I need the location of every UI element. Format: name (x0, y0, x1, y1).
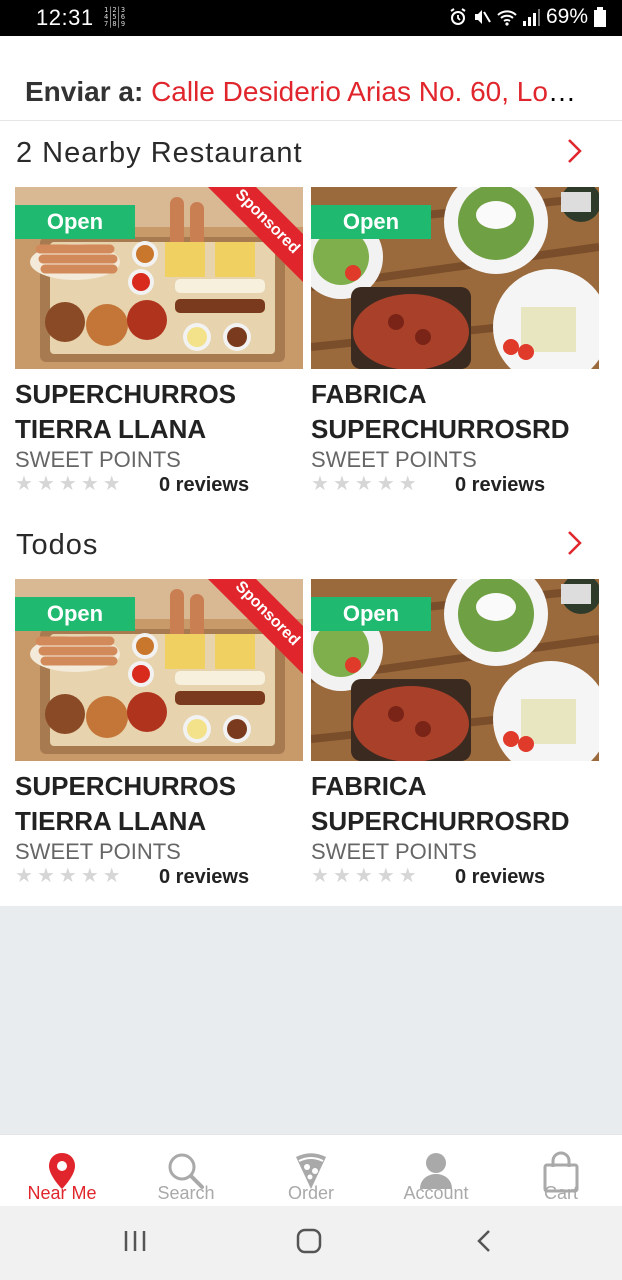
delivery-address[interactable]: Enviar a: Calle Desiderio Arias No. 60, … (25, 76, 585, 108)
rating-stars: ★ ★ ★ ★ ★ (15, 866, 121, 886)
restaurant-name: SUPERCHURROS TIERRA LLANA (15, 377, 303, 447)
tab-label: Account (403, 1183, 469, 1203)
star-icon: ★ (354, 865, 373, 887)
review-count: 0 reviews (159, 474, 250, 496)
review-count: 0 reviews (455, 866, 546, 888)
star-icon: ★ (80, 473, 99, 495)
star-icon: ★ (376, 865, 395, 887)
rating-stars: ★ ★ ★ ★ ★ (15, 474, 121, 494)
tab-label: Search (157, 1183, 215, 1203)
tab-near-me[interactable]: Near Me (12, 1135, 112, 1207)
restaurant-image: Open Sponsored (15, 187, 303, 369)
restaurant-card[interactable]: Open FABRICA SUPERCHURROSRD SWEET POINTS… (311, 187, 599, 507)
system-navigation-bar (0, 1206, 622, 1280)
tab-order[interactable]: Order (261, 1135, 361, 1207)
restaurant-name: SUPERCHURROS TIERRA LLANA (15, 769, 303, 839)
star-icon: ★ (376, 473, 395, 495)
star-icon: ★ (102, 473, 121, 495)
star-icon: ★ (36, 865, 55, 887)
star-icon: ★ (354, 473, 373, 495)
wifi-icon (497, 10, 517, 26)
chevron-right-icon[interactable] (565, 137, 585, 165)
section-title-todos: Todos (16, 529, 99, 561)
rating-stars: ★ ★ ★ ★ ★ (311, 866, 417, 886)
app-notification-icon: 1|2|3 4|5|6 7|8|9 (104, 6, 126, 28)
delivery-header[interactable]: Enviar a: Calle Desiderio Arias No. 60, … (0, 36, 622, 121)
star-icon: ★ (15, 865, 33, 887)
star-icon: ★ (58, 473, 77, 495)
mute-icon (474, 10, 491, 24)
star-icon: ★ (398, 865, 417, 887)
open-badge: Open (15, 205, 135, 239)
open-badge: Open (15, 597, 135, 631)
status-bar: 12:31 1|2|3 4|5|6 7|8|9 69% (0, 0, 622, 36)
tab-label: Near Me (27, 1183, 97, 1203)
star-icon: ★ (398, 473, 417, 495)
battery-icon (594, 7, 606, 27)
restaurant-image: Open (311, 187, 599, 369)
name-line-2: TIERRA LLANA (15, 806, 207, 836)
tab-cart[interactable]: Cart (511, 1135, 611, 1207)
restaurant-image: Open (311, 579, 599, 761)
tab-account[interactable]: Account (386, 1135, 486, 1207)
name-line-2: SUPERCHURROSRD (311, 414, 570, 444)
status-time: 12:31 (36, 5, 94, 30)
name-line-2: SUPERCHURROSRD (311, 806, 570, 836)
recent-apps-icon[interactable] (122, 1228, 148, 1254)
restaurant-name: FABRICA SUPERCHURROSRD (311, 377, 599, 447)
open-badge: Open (311, 597, 431, 631)
tab-search[interactable]: Search (136, 1135, 236, 1207)
restaurant-category: SWEET POINTS (311, 447, 477, 472)
star-icon: ★ (36, 473, 55, 495)
section-title-nearby: 2 Nearby Restaurant (16, 137, 303, 169)
restaurant-category: SWEET POINTS (15, 447, 181, 472)
battery-percent: 69% (545, 5, 588, 28)
star-icon: ★ (102, 865, 121, 887)
restaurant-card[interactable]: Open Sponsored SUPERCHURROS TIERRA LLANA… (15, 187, 303, 507)
star-icon: ★ (80, 865, 99, 887)
open-badge: Open (311, 205, 431, 239)
name-line-1: SUPERCHURROS (15, 771, 237, 801)
empty-content-area (0, 906, 622, 1134)
deliver-label: Enviar a: (25, 76, 144, 107)
home-icon[interactable] (296, 1228, 322, 1254)
star-icon: ★ (15, 473, 33, 495)
star-icon: ★ (58, 865, 77, 887)
star-icon: ★ (332, 473, 351, 495)
address-text[interactable]: Calle Desiderio Arias No. 60, Los Restau… (151, 76, 585, 107)
review-count: 0 reviews (455, 474, 546, 496)
restaurant-name: FABRICA SUPERCHURROSRD (311, 769, 599, 839)
star-icon: ★ (332, 865, 351, 887)
tab-label: Cart (543, 1183, 578, 1203)
star-icon: ★ (311, 865, 329, 887)
review-count: 0 reviews (159, 866, 250, 888)
signal-icon (522, 9, 540, 26)
back-icon[interactable] (472, 1228, 498, 1254)
bottom-tab-bar: Near Me Search Order Account Cart (0, 1134, 622, 1207)
alarm-icon (450, 8, 466, 25)
restaurant-image: Open Sponsored (15, 579, 303, 761)
restaurant-category: SWEET POINTS (15, 839, 181, 864)
chevron-right-icon[interactable] (565, 529, 585, 557)
tab-label: Order (287, 1183, 334, 1203)
rating-stars: ★ ★ ★ ★ ★ (311, 474, 417, 494)
restaurant-card[interactable]: Open Sponsored SUPERCHURROS TIERRA LLANA… (15, 579, 303, 899)
name-line-1: FABRICA (311, 771, 427, 801)
name-line-1: SUPERCHURROS (15, 379, 237, 409)
name-line-1: FABRICA (311, 379, 427, 409)
restaurant-card[interactable]: Open FABRICA SUPERCHURROSRD SWEET POINTS… (311, 579, 599, 899)
name-line-2: TIERRA LLANA (15, 414, 207, 444)
star-icon: ★ (311, 473, 329, 495)
restaurant-category: SWEET POINTS (311, 839, 477, 864)
